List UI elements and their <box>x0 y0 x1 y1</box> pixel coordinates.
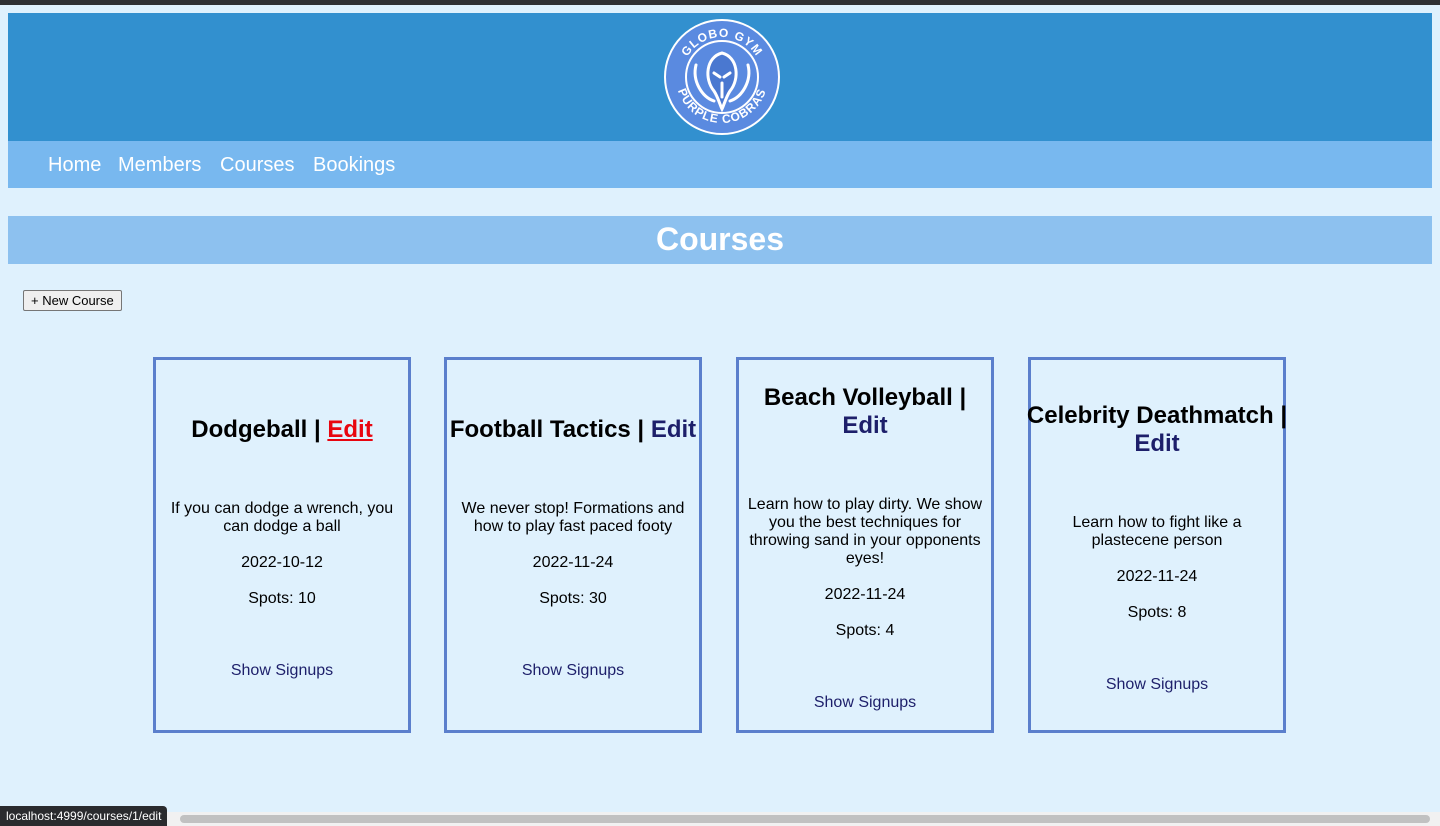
course-card: Celebrity Deathmatch | Edit Learn how to… <box>1026 357 1288 733</box>
nav-members[interactable]: Members <box>118 153 201 177</box>
course-card: Dodgeball | Edit If you can dodge a wren… <box>153 357 411 733</box>
page-title-bar: Courses <box>8 216 1432 264</box>
course-description: If you can dodge a wrench, you can dodge… <box>170 500 394 535</box>
course-title: Dodgeball | Edit <box>191 416 373 443</box>
course-title: Beach Volleyball | Edit <box>763 384 967 439</box>
show-signups-link[interactable]: Show Signups <box>156 662 408 680</box>
course-spots: Spots: 30 <box>539 590 607 607</box>
edit-link[interactable]: Edit <box>651 416 696 443</box>
course-date: 2022-11-24 <box>532 554 614 571</box>
course-card: Football Tactics | Edit We never stop! F… <box>444 357 702 733</box>
browser-top-edge <box>0 0 1440 5</box>
course-spots: Spots: 8 <box>1127 604 1187 621</box>
edit-link[interactable]: Edit <box>842 412 887 439</box>
show-signups-link[interactable]: Show Signups <box>447 662 699 680</box>
course-name: Beach Volleyball <box>763 384 953 411</box>
nav-bookings[interactable]: Bookings <box>313 153 395 177</box>
course-spots: Spots: 4 <box>835 622 895 639</box>
site-header: GLOBO GYM PURPLE COBRAS <box>8 13 1432 141</box>
course-date: 2022-10-12 <box>241 554 323 571</box>
course-name: Football Tactics <box>449 416 631 443</box>
show-signups-link[interactable]: Show Signups <box>739 694 991 712</box>
edit-link[interactable]: Edit <box>327 416 372 443</box>
course-description: We never stop! Formations and how to pla… <box>461 500 685 535</box>
course-description: Learn how to fight like a plastecene per… <box>1072 514 1242 549</box>
course-date: 2022-11-24 <box>1116 568 1198 585</box>
course-description: Learn how to play dirty. We show you the… <box>747 496 983 567</box>
page-title: Courses <box>655 221 785 257</box>
edit-link[interactable]: Edit <box>1134 430 1179 457</box>
globo-gym-logo[interactable]: GLOBO GYM PURPLE COBRAS <box>662 17 782 137</box>
course-card: Beach Volleyball | Edit Learn how to pla… <box>736 357 994 733</box>
course-name: Dodgeball <box>191 416 308 443</box>
course-date: 2022-11-24 <box>824 586 906 603</box>
status-bar-url: localhost:4999/courses/1/edit <box>0 806 168 826</box>
nav-courses[interactable]: Courses <box>220 153 294 177</box>
course-title: Football Tactics | Edit <box>449 416 697 443</box>
new-course-button[interactable]: + New Course <box>23 290 122 311</box>
course-title: Celebrity Deathmatch | Edit <box>1026 402 1288 457</box>
course-spots: Spots: 10 <box>248 590 316 607</box>
show-signups-link[interactable]: Show Signups <box>1031 676 1283 694</box>
scrollbar-thumb[interactable] <box>180 815 1430 823</box>
main-nav: Home Members Courses Bookings <box>8 141 1432 188</box>
nav-home[interactable]: Home <box>48 153 101 177</box>
course-name: Celebrity Deathmatch <box>1026 402 1274 429</box>
